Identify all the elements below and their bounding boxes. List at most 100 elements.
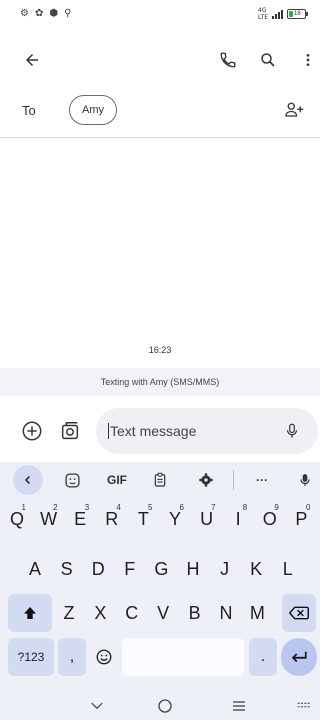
key-i[interactable]: I8 xyxy=(224,500,252,538)
toolbar-divider xyxy=(233,470,234,490)
space-key[interactable] xyxy=(122,638,244,676)
key-number-hint: 0 xyxy=(305,503,311,512)
recipient-chip[interactable]: Amy xyxy=(69,95,117,125)
microphone-icon xyxy=(286,423,298,438)
search-icon xyxy=(261,53,275,67)
key-o[interactable]: O9 xyxy=(256,500,284,538)
voice-input-button[interactable] xyxy=(272,411,312,451)
comma-key[interactable]: , xyxy=(58,638,86,676)
back-button[interactable] xyxy=(12,40,52,80)
search-button[interactable] xyxy=(248,40,288,80)
keyboard-row-1: Q1W2E3R4T5Y6U7I8O9P0 xyxy=(0,500,320,540)
camera-gallery-icon xyxy=(61,422,79,440)
emoji-sticker-button[interactable] xyxy=(57,465,87,495)
keyboard-toolbar: GIF ··· xyxy=(0,462,320,498)
network-top-label: 4G xyxy=(258,7,267,14)
call-button[interactable] xyxy=(208,40,248,80)
keyboard-row-3: ZXCVBNM xyxy=(0,594,320,634)
keyboard-voice-button[interactable] xyxy=(290,465,320,495)
battery-icon: 16 xyxy=(287,9,308,19)
app-bar xyxy=(0,40,320,80)
emoji-icon xyxy=(96,649,112,665)
key-u[interactable]: U7 xyxy=(193,500,221,538)
attach-button[interactable] xyxy=(12,411,52,451)
texting-mode-banner: Texting with Amy (SMS/MMS) xyxy=(0,368,320,396)
key-number-hint: 6 xyxy=(179,503,184,512)
nav-recents-button[interactable] xyxy=(224,695,254,717)
shield-notification-icon: ⬢ xyxy=(49,8,59,19)
toolbar-collapse-button[interactable] xyxy=(13,465,43,495)
enter-key[interactable] xyxy=(281,638,317,676)
key-a[interactable]: A xyxy=(21,550,49,588)
key-t[interactable]: T5 xyxy=(129,500,157,538)
keyboard-settings-button[interactable] xyxy=(191,465,221,495)
backspace-key[interactable] xyxy=(282,594,316,632)
key-l[interactable]: L xyxy=(274,550,302,588)
to-label: To xyxy=(22,102,36,118)
key-f[interactable]: F xyxy=(116,550,144,588)
key-y[interactable]: Y6 xyxy=(161,500,189,538)
keyboard-row-4: ?123 , . xyxy=(0,638,320,678)
keyboard-switch-button[interactable] xyxy=(290,695,320,717)
keyboard-icon xyxy=(297,702,310,708)
key-s[interactable]: S xyxy=(53,550,81,588)
key-number-hint: 3 xyxy=(84,503,90,512)
key-n[interactable]: N xyxy=(212,594,240,632)
key-j[interactable]: J xyxy=(211,550,239,588)
phone-icon xyxy=(220,52,236,68)
key-e[interactable]: E3 xyxy=(66,500,94,538)
clipboard-button[interactable] xyxy=(145,465,175,495)
period-key[interactable]: . xyxy=(249,638,277,676)
key-c[interactable]: C xyxy=(118,594,146,632)
nav-back-button[interactable] xyxy=(82,695,112,717)
more-options-button[interactable] xyxy=(288,40,320,80)
key-m[interactable]: M xyxy=(243,594,271,632)
key-h[interactable]: H xyxy=(179,550,207,588)
key-q[interactable]: Q1 xyxy=(3,500,31,538)
key-v[interactable]: V xyxy=(149,594,177,632)
home-circle-icon xyxy=(158,699,172,713)
recipient-row: To Amy xyxy=(0,92,320,128)
add-recipient-button[interactable] xyxy=(280,95,310,125)
person-add-icon xyxy=(285,102,304,117)
microphone-icon xyxy=(300,474,310,486)
shift-icon xyxy=(24,607,36,619)
symbols-key[interactable]: ?123 xyxy=(8,638,54,676)
clipboard-icon xyxy=(154,472,166,487)
key-k[interactable]: K xyxy=(242,550,270,588)
message-timestamp: 16:23 xyxy=(148,345,172,355)
key-z[interactable]: Z xyxy=(55,594,83,632)
menu-icon xyxy=(233,701,245,711)
more-tools-button[interactable]: ··· xyxy=(247,465,277,495)
key-g[interactable]: G xyxy=(147,550,175,588)
gif-button[interactable]: GIF xyxy=(102,465,132,495)
key-x[interactable]: X xyxy=(86,594,114,632)
more-vert-icon xyxy=(306,54,310,66)
message-input[interactable] xyxy=(110,423,270,439)
location-notification-icon: ⚲ xyxy=(64,8,72,19)
compose-bar xyxy=(0,408,320,454)
emoji-key[interactable] xyxy=(90,638,118,676)
settings-notification-icon: ⚙ xyxy=(20,8,29,19)
status-icons-left: ⚙ ✿ ⬢ ⚲ xyxy=(20,9,71,19)
texting-mode-text: Texting with Amy (SMS/MMS) xyxy=(100,377,220,387)
signal-icon xyxy=(272,9,283,19)
status-bar: ⚙ ✿ ⬢ ⚲ 4G LTE 16 xyxy=(0,0,320,28)
sticker-icon xyxy=(64,472,80,488)
key-b[interactable]: B xyxy=(181,594,209,632)
key-p[interactable]: P0 xyxy=(287,500,315,538)
key-number-hint: 2 xyxy=(53,503,58,512)
keyboard: GIF ··· Q1W2E3R4T5Y6U7I8O9P0 ASDFGHJKL Z… xyxy=(0,462,320,690)
key-number-hint: 4 xyxy=(116,503,121,512)
navigation-bar xyxy=(0,690,320,720)
key-w[interactable]: W2 xyxy=(35,500,63,538)
gallery-button[interactable] xyxy=(50,411,90,451)
nav-home-button[interactable] xyxy=(150,695,180,717)
shift-key[interactable] xyxy=(8,594,52,632)
backspace-icon xyxy=(289,606,309,620)
gear-notification-icon: ✿ xyxy=(34,8,44,19)
status-icons-right: 4G LTE 16 xyxy=(258,7,308,21)
message-field[interactable] xyxy=(96,408,318,454)
key-d[interactable]: D xyxy=(84,550,112,588)
key-r[interactable]: R4 xyxy=(98,500,126,538)
